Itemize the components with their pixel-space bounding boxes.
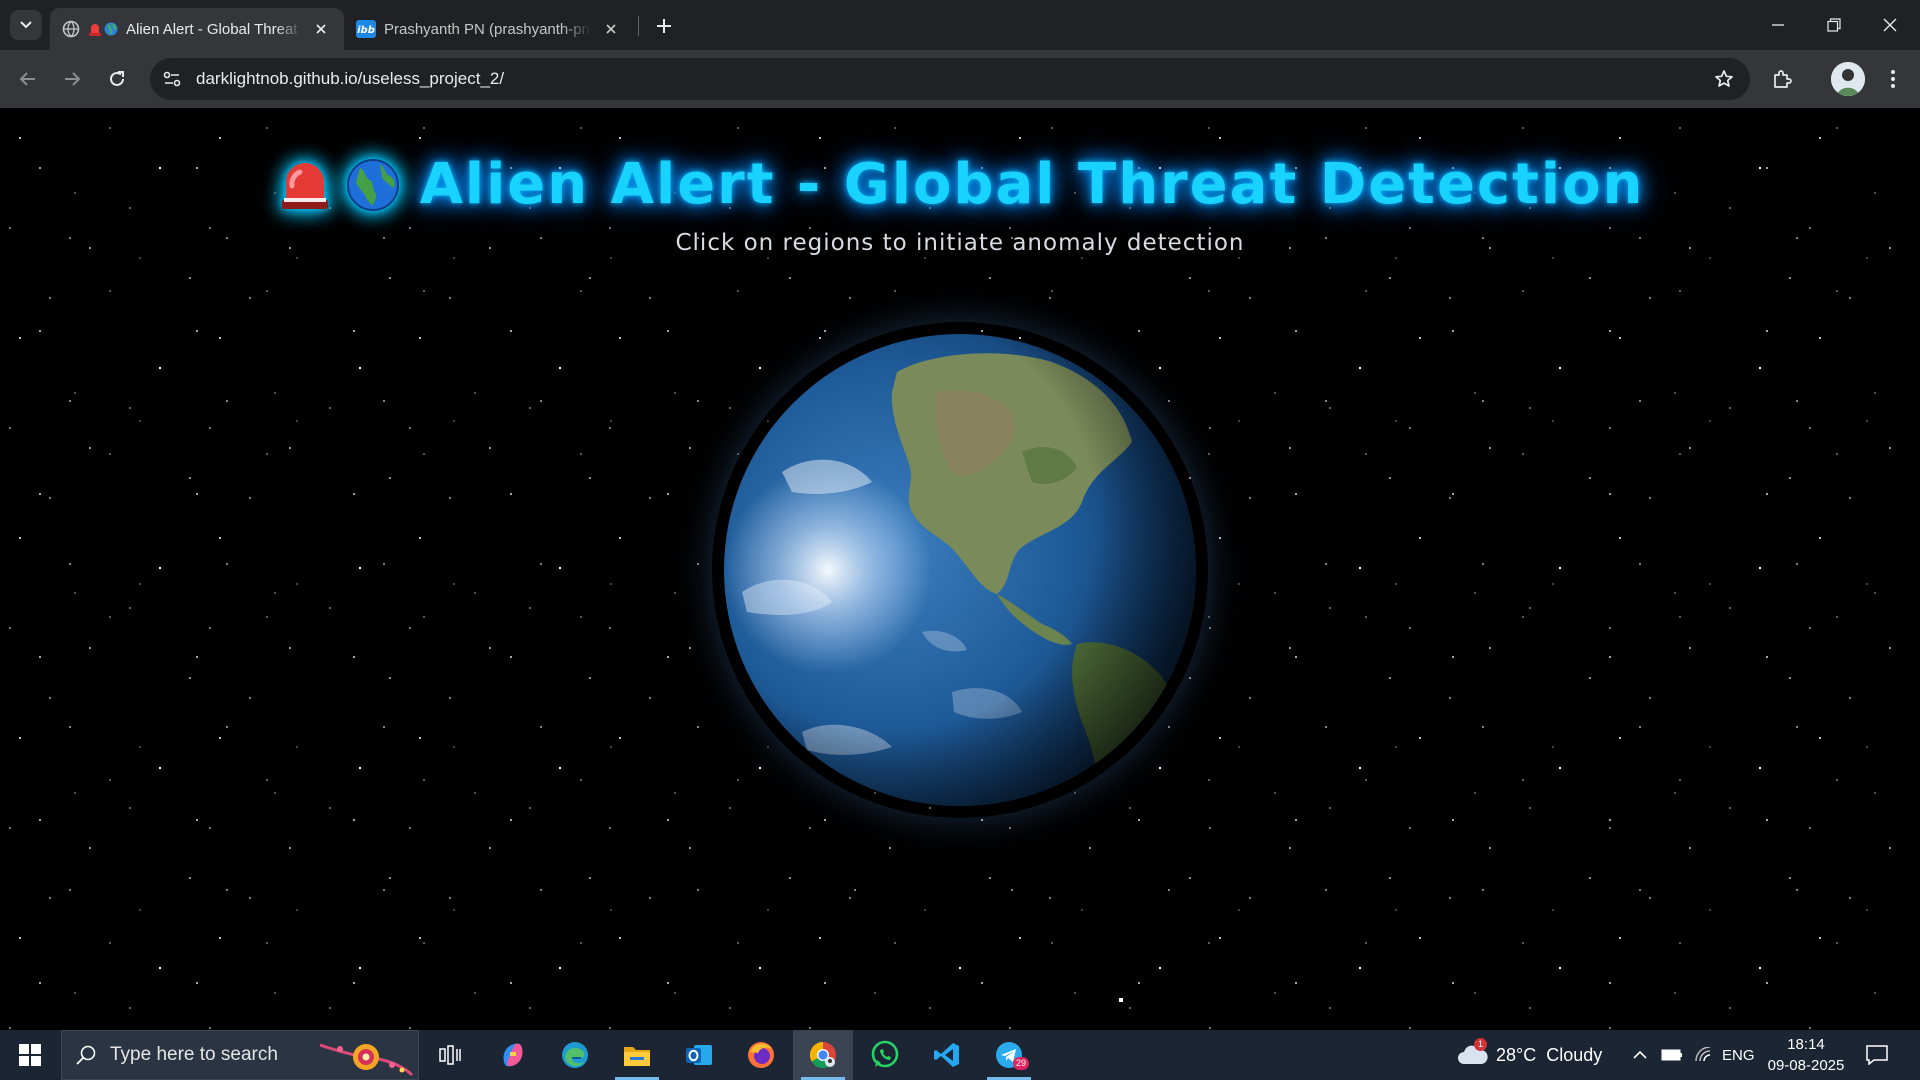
page-title: Alien Alert - Global Threat Detection (419, 152, 1645, 217)
notification-icon (1866, 1045, 1888, 1065)
clock-date: 09-08-2025 (1767, 1057, 1845, 1074)
search-icon (62, 1044, 110, 1066)
restore-icon (1827, 18, 1841, 32)
site-info-icon[interactable] (152, 58, 192, 100)
chevron-up-icon (1633, 1050, 1647, 1059)
earth-render[interactable] (722, 332, 1198, 808)
close-tab-icon[interactable] (310, 18, 332, 40)
rakhi-decoration-icon (319, 1043, 414, 1077)
globe-icon (62, 20, 80, 38)
arrow-left-icon (19, 72, 35, 86)
extensions-button[interactable] (1766, 63, 1798, 95)
close-tab-icon[interactable] (600, 18, 622, 40)
copilot-icon (503, 1043, 523, 1067)
taskbar-telegram[interactable]: 29 (979, 1030, 1039, 1080)
forward-button[interactable] (56, 63, 88, 95)
arrow-right-icon (65, 72, 81, 86)
chevron-down-icon (20, 21, 32, 29)
taskbar-chrome[interactable] (793, 1030, 853, 1080)
tab-alien-alert[interactable]: Alien Alert - Global Threat Detection (50, 8, 344, 50)
edge-icon (562, 1042, 588, 1068)
language-indicator[interactable]: ENG (1722, 1030, 1755, 1080)
weather-widget[interactable]: 1 28°C Cloudy (1456, 1030, 1602, 1080)
tab-separator (638, 16, 639, 36)
new-tab-button[interactable] (650, 12, 678, 40)
taskbar-whatsapp[interactable] (855, 1030, 915, 1080)
minimize-button[interactable] (1750, 0, 1806, 50)
puzzle-icon (1774, 70, 1792, 88)
clock-time: 18:14 (1787, 1036, 1825, 1053)
vscode-icon (934, 1043, 959, 1067)
taskbar-vscode[interactable] (917, 1030, 977, 1080)
browser-toolbar: darklightnob.github.io/useless_project_2… (0, 50, 1920, 108)
more-vert-icon (1891, 70, 1895, 88)
back-button[interactable] (12, 63, 44, 95)
svg-text:ibb: ibb (357, 25, 375, 36)
plus-icon (657, 19, 671, 33)
windows-taskbar: Type here to search 29 1 28°C Cloudy ENG… (0, 1030, 1920, 1080)
profile-avatar[interactable] (1831, 62, 1865, 96)
whatsapp-icon (871, 1040, 899, 1068)
earth-icon (104, 22, 118, 36)
firefox-icon (748, 1042, 774, 1068)
tab-strip: Alien Alert - Global Threat Detection ib… (0, 0, 1920, 50)
user-avatar-icon (1831, 62, 1865, 96)
bookmark-star-icon[interactable] (1712, 67, 1736, 91)
search-placeholder: Type here to search (110, 1044, 278, 1065)
cloud-icon: 1 (1456, 1038, 1488, 1066)
close-icon (1883, 18, 1897, 32)
siren-icon (88, 22, 102, 36)
taskbar-file-explorer[interactable] (607, 1030, 667, 1080)
weather-badge: 1 (1474, 1038, 1487, 1051)
outlook-icon (686, 1045, 712, 1065)
taskbar-edge[interactable] (545, 1030, 605, 1080)
windows-logo-icon (19, 1044, 41, 1066)
chrome-icon (809, 1041, 836, 1069)
page-subtitle: Click on regions to initiate anomaly det… (675, 230, 1245, 256)
close-window-button[interactable] (1862, 0, 1918, 50)
weather-text: 28°C Cloudy (1496, 1044, 1603, 1065)
taskbar-outlook[interactable] (669, 1030, 729, 1080)
taskbar-firefox[interactable] (731, 1030, 791, 1080)
restore-button[interactable] (1806, 0, 1862, 50)
task-view-icon (439, 1045, 461, 1065)
show-hidden-icons-button[interactable] (1632, 1030, 1648, 1080)
page-header: Alien Alert - Global Threat Detection (0, 152, 1920, 217)
notifications-button[interactable] (1866, 1030, 1888, 1080)
browser-menu-button[interactable] (1877, 63, 1909, 95)
address-bar[interactable]: darklightnob.github.io/useless_project_2… (150, 58, 1750, 100)
task-view-button[interactable] (420, 1030, 480, 1080)
telegram-badge: 29 (1013, 1057, 1030, 1070)
reload-button[interactable] (101, 63, 133, 95)
folder-icon (624, 1047, 650, 1066)
earth-globe-icon (344, 156, 402, 214)
tab-title: Prashyanth PN (prashyanth-pn) (384, 20, 592, 38)
ibb-logo-icon: ibb (356, 20, 376, 38)
url-text: darklightnob.github.io/useless_project_2… (196, 69, 505, 88)
earth-globe[interactable] (722, 332, 1198, 808)
taskbar-copilot[interactable] (483, 1030, 543, 1080)
start-button[interactable] (0, 1030, 60, 1080)
wifi-icon (1695, 1047, 1711, 1062)
page-viewport: Alien Alert - Global Threat Detection Cl… (0, 108, 1920, 1030)
tab-prashyanth[interactable]: ibb Prashyanth PN (prashyanth-pn) (344, 8, 634, 50)
tab-title: Alien Alert - Global Threat Detection (126, 20, 302, 38)
bright-star (1119, 998, 1123, 1002)
battery-icon (1661, 1049, 1682, 1061)
siren-icon (276, 156, 334, 214)
tab-search-button[interactable] (10, 10, 42, 40)
reload-icon (110, 71, 124, 86)
clock[interactable]: 18:14 09-08-2025 (1760, 1034, 1852, 1076)
taskbar-search-box[interactable]: Type here to search (61, 1030, 419, 1080)
network-button[interactable] (1694, 1030, 1714, 1080)
minimize-icon (1772, 24, 1784, 26)
battery-button[interactable] (1661, 1030, 1683, 1080)
